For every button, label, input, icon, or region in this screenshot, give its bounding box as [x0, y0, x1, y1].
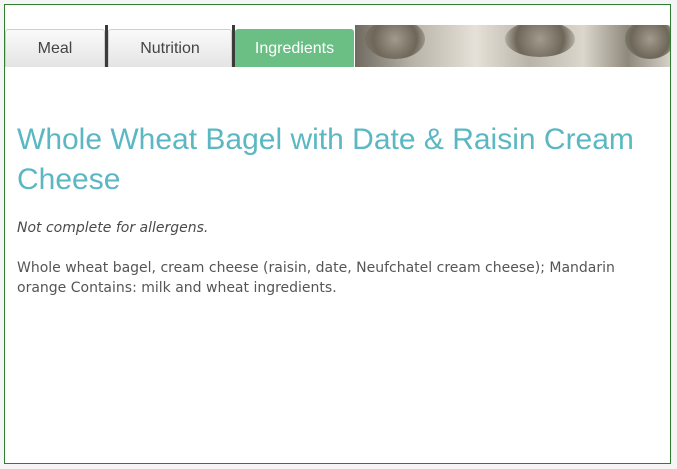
tab-nutrition-label: Nutrition: [140, 39, 200, 57]
tab-ingredients[interactable]: Ingredients: [235, 29, 354, 67]
tab-meal[interactable]: Meal: [5, 29, 105, 67]
allergen-note: Not complete for allergens.: [17, 220, 209, 236]
ingredients-panel: Whole Wheat Bagel with Date & Raisin Cre…: [17, 120, 667, 298]
ingredients-text: Whole wheat bagel, cream cheese (raisin,…: [17, 260, 615, 296]
tab-bar: Meal Nutrition Ingredients: [5, 25, 670, 67]
meal-photo-strip: [355, 25, 670, 67]
window-frame: Meal Nutrition Ingredients Whole Wheat B…: [4, 4, 671, 464]
meal-title: Whole Wheat Bagel with Date & Raisin Cre…: [17, 123, 634, 196]
tab-ingredients-label: Ingredients: [254, 39, 335, 57]
tab-nutrition[interactable]: Nutrition: [108, 29, 232, 67]
tab-meal-label: Meal: [37, 39, 73, 57]
